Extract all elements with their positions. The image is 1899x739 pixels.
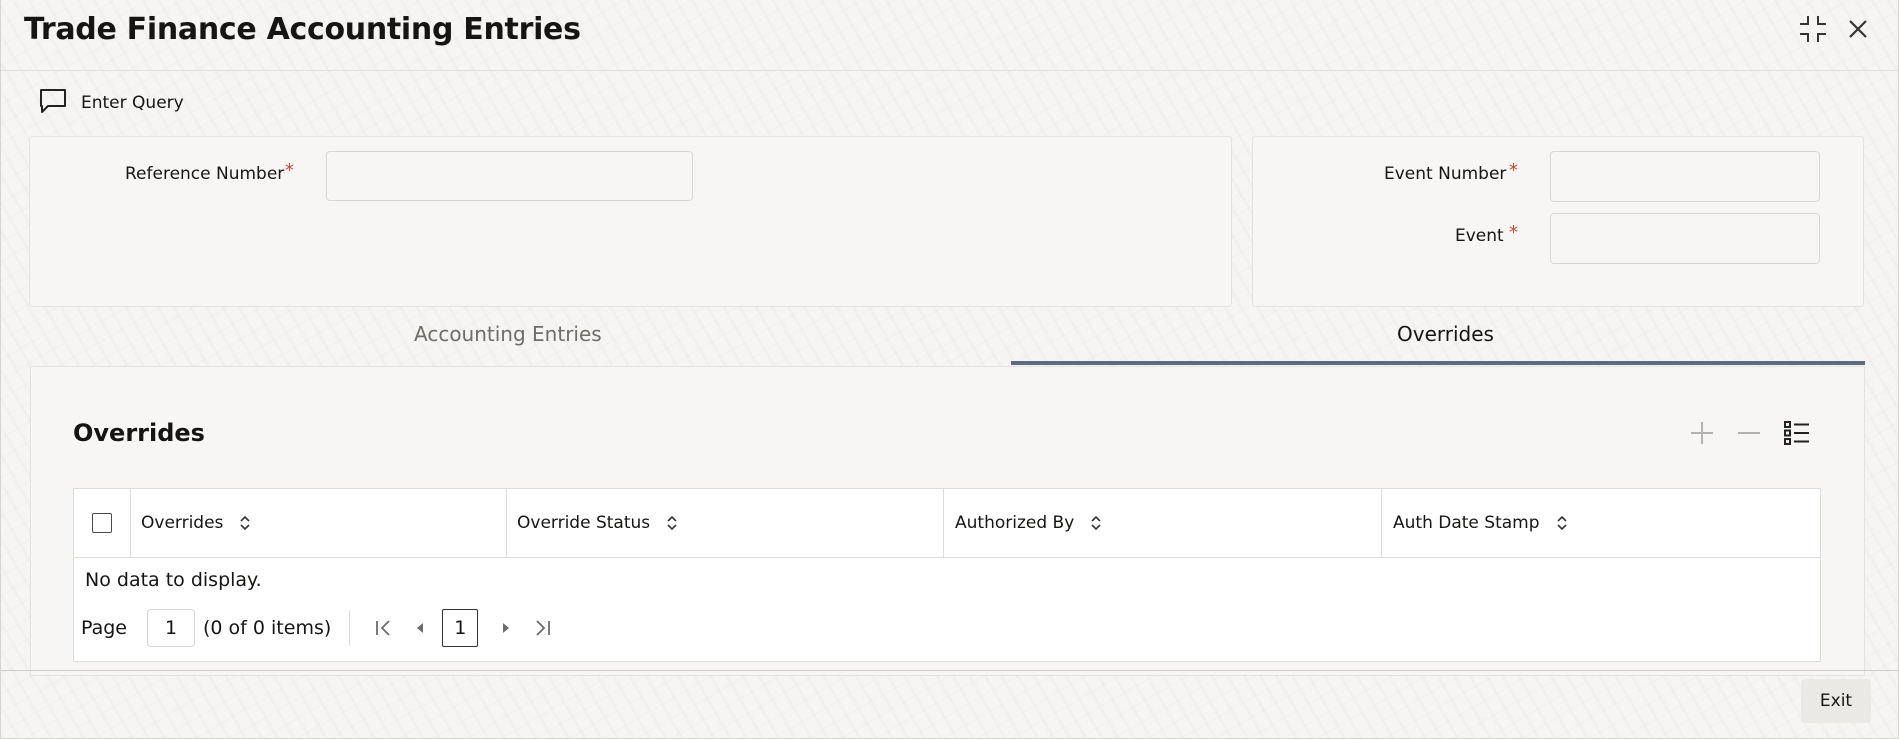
enter-query-label: Enter Query [81,93,184,113]
event-input[interactable] [1550,213,1820,264]
column-header-label: Authorized By [955,513,1075,533]
overrides-section-title: Overrides [73,419,205,447]
active-tab-indicator [1011,361,1865,365]
empty-table-message: No data to display. [85,569,262,591]
column-divider [1381,489,1382,557]
sort-icon[interactable] [1090,514,1102,532]
last-page-icon[interactable] [528,609,556,647]
reference-number-label: Reference Number [125,164,285,184]
title-divider [1,70,1898,71]
event-required: * [1509,222,1518,243]
tab-overrides[interactable]: Overrides [1397,322,1494,346]
enter-query-button[interactable]: Enter Query [39,88,184,118]
reference-number-required: * [285,160,294,181]
column-header-override-status[interactable]: Override Status [517,489,678,557]
items-summary: (0 of 0 items) [203,617,332,639]
sort-icon[interactable] [666,514,678,532]
delete-row-icon[interactable] [1732,416,1766,450]
event-number-input[interactable] [1550,151,1820,202]
single-record-view-icon[interactable] [1780,416,1814,450]
add-row-icon[interactable] [1685,416,1719,450]
column-header-auth-date-stamp[interactable]: Auth Date Stamp [1393,489,1568,557]
column-header-label: Overrides [141,513,224,533]
event-number-label: Event Number [1384,164,1507,184]
close-icon[interactable] [1841,12,1875,46]
event-label: Event [1455,226,1504,246]
sort-icon[interactable] [239,514,251,532]
footer-divider [1,670,1898,671]
column-divider [506,489,507,557]
minimize-window-icon[interactable] [1796,12,1830,46]
next-page-icon[interactable] [492,609,520,647]
tab-accounting-entries[interactable]: Accounting Entries [414,322,602,346]
column-header-label: Auth Date Stamp [1393,513,1540,533]
table-header: Overrides Override Status Authorized By [74,489,1820,558]
column-divider [943,489,944,557]
event-number-required: * [1509,160,1518,181]
pager-divider [349,610,351,646]
page-label: Page [81,617,127,639]
reference-number-input[interactable] [326,151,693,201]
dialog-window: Trade Finance Accounting Entries Enter Q… [0,0,1899,739]
chat-bubble-icon [39,88,67,118]
sort-icon[interactable] [1556,514,1568,532]
current-page-button[interactable]: 1 [442,609,479,647]
exit-button[interactable]: Exit [1801,679,1871,723]
select-all-checkbox[interactable] [92,513,112,533]
column-header-label: Override Status [517,513,651,533]
pagination-bar: Page 1 (0 of 0 items) 1 [81,607,564,649]
window-title: Trade Finance Accounting Entries [24,12,581,47]
page-number-input[interactable]: 1 [147,609,195,647]
column-header-authorized-by[interactable]: Authorized By [955,489,1102,557]
column-header-overrides[interactable]: Overrides [141,489,251,557]
first-page-icon[interactable] [370,609,398,647]
previous-page-icon[interactable] [406,609,434,647]
overrides-table: Overrides Override Status Authorized By [73,488,1821,662]
column-divider [130,489,131,557]
